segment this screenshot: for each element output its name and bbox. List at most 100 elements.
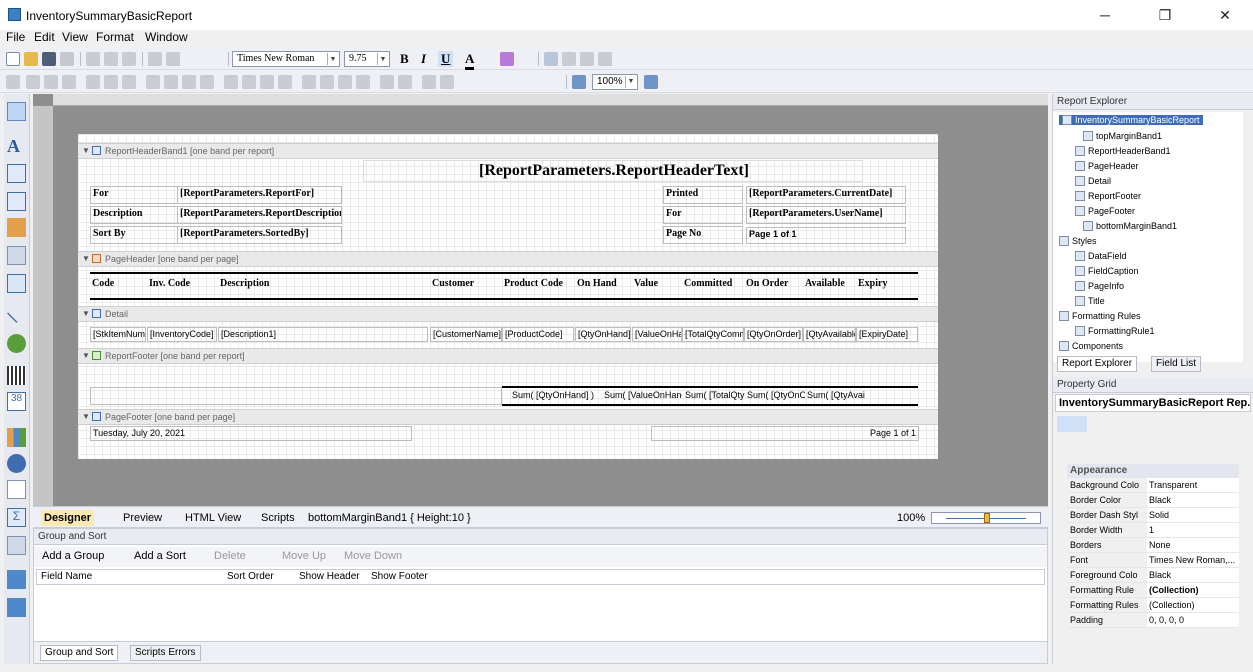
tree-components[interactable]: Components (1059, 341, 1123, 351)
new-icon[interactable] (6, 52, 20, 66)
hspacing-remove-icon[interactable] (278, 75, 292, 89)
underline-button[interactable]: U (438, 51, 454, 67)
printed-label[interactable]: Printed (663, 186, 743, 204)
prop-border-width[interactable]: Border Width 1 (1067, 523, 1239, 538)
prop-border-dash-style[interactable]: Border Dash Styl Solid (1067, 508, 1239, 523)
sparkline-tool-icon[interactable] (7, 480, 26, 499)
sum-value-on-hand[interactable]: Sum( [ValueOnHand] ) (602, 389, 682, 404)
detail-band-caption[interactable]: ▼ Detail (78, 306, 938, 322)
pagebreak-tool-icon[interactable] (7, 536, 26, 555)
field-list-tab[interactable]: Field List (1151, 356, 1202, 372)
page-no-label[interactable]: Page No (663, 226, 743, 244)
maximize-button[interactable]: ❐ (1145, 4, 1185, 26)
detail-product-code[interactable]: [ProductCode] (502, 327, 574, 342)
detail-expiry-date[interactable]: [ExpiryDate] (856, 327, 918, 342)
for-label[interactable]: For (90, 186, 178, 204)
justify-icon[interactable] (598, 52, 612, 66)
crossband-tool-icon[interactable] (7, 598, 26, 617)
close-button[interactable]: ✕ (1205, 4, 1245, 26)
delete-button[interactable]: Delete (214, 550, 246, 562)
menu-file[interactable]: File (6, 30, 25, 44)
prop-formatting-rules[interactable]: Formatting Rules (Collection) (1067, 598, 1239, 613)
report-footer-band-caption[interactable]: ▼ ReportFooter [one band per report] (78, 348, 938, 364)
sum-qty-on-order[interactable]: Sum( [QtyOnOrder] ) (745, 389, 805, 404)
tree-style-fieldcaption[interactable]: FieldCaption (1075, 266, 1139, 276)
label-tool-icon[interactable]: A (7, 136, 26, 156)
same-size-icon[interactable] (182, 75, 196, 89)
col-product-code[interactable]: Product Code (502, 277, 574, 295)
tree-style-pageinfo[interactable]: PageInfo (1075, 281, 1124, 291)
menu-edit[interactable]: Edit (34, 30, 55, 44)
summary-tool-icon[interactable]: Σ (7, 508, 26, 527)
redo-icon[interactable] (166, 52, 180, 66)
menu-view[interactable]: View (62, 30, 88, 44)
tree-formatting-rule1[interactable]: FormattingRule1 (1075, 326, 1155, 336)
bold-button[interactable]: B (400, 51, 409, 67)
size-to-grid-icon[interactable] (200, 75, 214, 89)
tree-bottom-margin[interactable]: bottomMarginBand1 (1083, 221, 1177, 231)
sorted-by-field[interactable]: [ReportParameters.SortedBy] (177, 226, 342, 244)
align-rights-icon[interactable] (62, 75, 76, 89)
col-code[interactable]: Code (90, 277, 145, 295)
page-header-band-caption[interactable]: ▼ PageHeader [one band per page] (78, 251, 938, 267)
add-sort-button[interactable]: Add a Sort (134, 550, 186, 562)
report-description-field[interactable]: [ReportParameters.ReportDescription] (177, 206, 342, 224)
prop-font[interactable]: Font Times New Roman,... (1067, 553, 1239, 568)
barcode-tool-icon[interactable] (7, 366, 26, 385)
zipcode-tool-icon[interactable]: 38 (7, 392, 26, 411)
prop-border-color[interactable]: Border Color Black (1067, 493, 1239, 508)
page-footer-band-caption[interactable]: ▼ PageFooter [one band per page] (78, 409, 938, 425)
font-name-select[interactable]: Times New Roman ▼ (232, 51, 340, 67)
detail-inventory-code[interactable]: [InventoryCode] (147, 327, 217, 342)
align-grid-icon[interactable] (6, 75, 20, 89)
same-height-icon[interactable] (164, 75, 178, 89)
sum-qty-on-hand[interactable]: Sum( [QtyOnHand] ) (510, 389, 600, 404)
tree-detail[interactable]: Detail (1075, 176, 1111, 186)
page-info-field[interactable]: Page 1 of 1 (746, 227, 906, 244)
gauge-tool-icon[interactable] (7, 454, 26, 473)
zoom-out-icon[interactable] (572, 75, 586, 89)
vspacing-remove-icon[interactable] (356, 75, 370, 89)
report-explorer-tab[interactable]: Report Explorer (1057, 356, 1138, 372)
designer-tab[interactable]: Designer (41, 510, 95, 526)
align-middles-icon[interactable] (104, 75, 118, 89)
center-vert-icon[interactable] (398, 75, 412, 89)
scripts-tab[interactable]: Scripts (261, 512, 295, 524)
col-value[interactable]: Value (632, 277, 680, 295)
bring-front-icon[interactable] (422, 75, 436, 89)
report-page[interactable]: ▼ ReportHeaderBand1 [one band per report]… (78, 134, 938, 459)
move-up-button[interactable]: Move Up (282, 550, 326, 562)
html-view-tab[interactable]: HTML View (185, 512, 241, 524)
user-for-label[interactable]: For (663, 206, 743, 224)
appearance-category[interactable]: Appearance (1067, 464, 1239, 478)
header-field-name[interactable]: Field Name (41, 570, 92, 584)
sort-by-label[interactable]: Sort By (90, 226, 178, 244)
align-tops-icon[interactable] (86, 75, 100, 89)
align-center-icon[interactable] (562, 52, 576, 66)
tree-root[interactable]: InventorySummaryBasicReport (1059, 115, 1203, 125)
prop-background-color[interactable]: Background Colo Transparent (1067, 478, 1239, 493)
tree-formatting-rules[interactable]: Formatting Rules (1059, 311, 1141, 321)
back-color-icon[interactable] (500, 52, 514, 66)
detail-total-committed[interactable]: [TotalQtyCommitted] (682, 327, 744, 342)
align-left-icon[interactable] (544, 52, 558, 66)
sum-total-committed[interactable]: Sum( [TotalQtyCommitted] ) (683, 389, 745, 404)
paste-icon[interactable] (122, 52, 136, 66)
page-footer-date[interactable]: Tuesday, July 20, 2021 (90, 426, 412, 441)
vspacing-icon[interactable] (302, 75, 316, 89)
prop-borders[interactable]: Borders None (1067, 538, 1239, 553)
subreport-tool-icon[interactable] (7, 570, 26, 589)
description-label[interactable]: Description (90, 206, 178, 224)
col-description[interactable]: Description (218, 277, 428, 295)
tree-styles[interactable]: Styles (1059, 236, 1097, 246)
minimize-button[interactable]: ─ (1085, 4, 1125, 26)
move-down-button[interactable]: Move Down (344, 550, 402, 562)
table-tool-icon[interactable] (7, 274, 26, 293)
line-tool-icon[interactable] (7, 304, 26, 323)
send-back-icon[interactable] (440, 75, 454, 89)
align-centers-icon[interactable] (44, 75, 58, 89)
detail-stk-item[interactable]: [StkItemNum] (90, 327, 146, 342)
scripts-errors-tab[interactable]: Scripts Errors (130, 645, 201, 661)
categorized-icon[interactable] (1057, 416, 1087, 432)
report-for-field[interactable]: [ReportParameters.ReportFor] (177, 186, 342, 204)
